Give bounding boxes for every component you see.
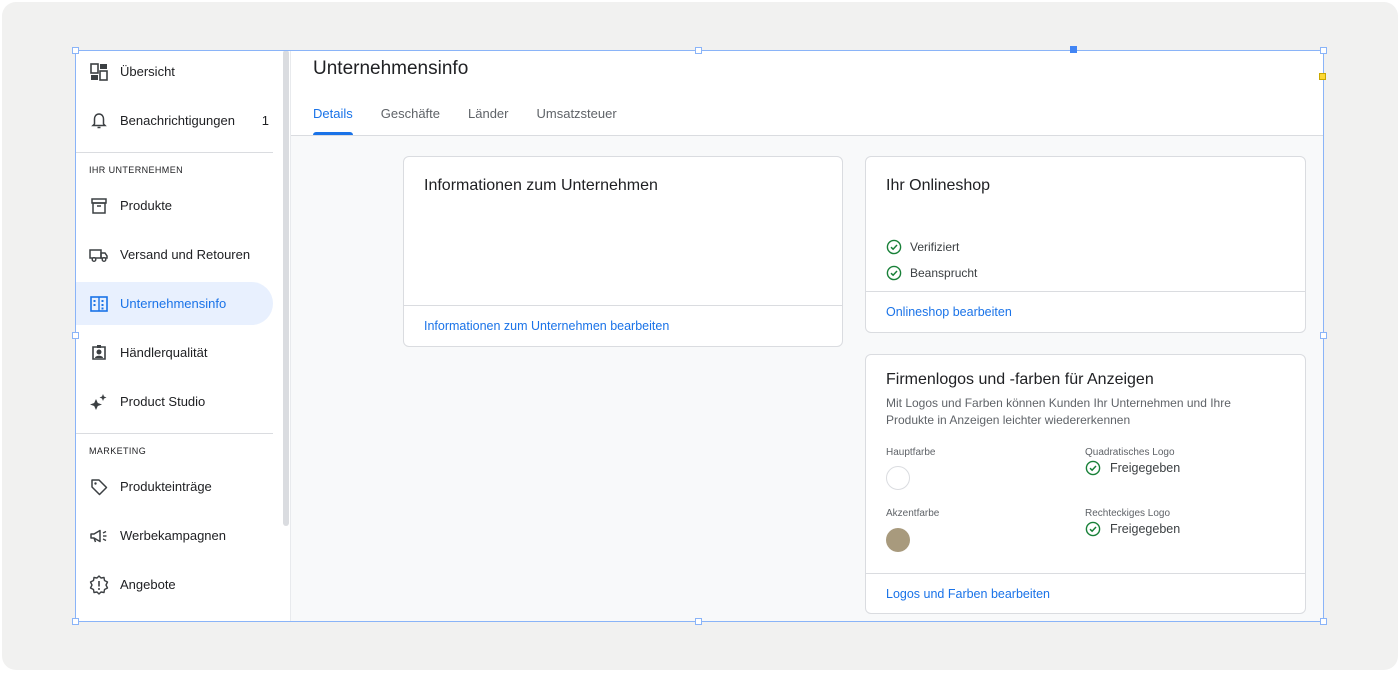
sidebar-item-campaigns[interactable]: Werbekampagnen	[75, 514, 273, 557]
resize-handle[interactable]	[72, 47, 79, 54]
sidebar-item-merchant-quality[interactable]: Händlerqualität	[75, 331, 273, 374]
sidebar-item-label: Versand und Retouren	[120, 247, 251, 262]
tab-details[interactable]: Details	[313, 106, 353, 135]
sidebar-item-overview[interactable]: Übersicht	[75, 50, 273, 93]
online-shop-card: Ihr Onlineshop Verifiziert Beansprucht O…	[865, 156, 1306, 333]
main-color-label: Hauptfarbe	[886, 447, 936, 458]
truck-icon	[89, 245, 109, 265]
section-label-business: IHR UNTERNEHMEN	[89, 165, 184, 175]
sidebar-item-label: Unternehmensinfo	[120, 296, 227, 311]
logos-colors-title: Firmenlogos und -farben für Anzeigen	[886, 371, 1154, 388]
resize-handle[interactable]	[1320, 47, 1327, 54]
main-color-swatch[interactable]	[886, 466, 910, 490]
resize-handle[interactable]	[72, 332, 79, 339]
tab-stores[interactable]: Geschäfte	[381, 106, 440, 135]
notification-count: 1	[261, 113, 269, 128]
check-circle-icon	[886, 265, 902, 281]
logos-colors-card: Firmenlogos und -farben für Anzeigen Mit…	[865, 354, 1306, 614]
resize-handle[interactable]	[1319, 73, 1326, 80]
company-info-title: Informationen zum Unternehmen	[424, 177, 658, 194]
square-logo-status-label: Freigegeben	[1110, 461, 1181, 475]
building-icon	[89, 294, 109, 314]
offer-icon	[89, 574, 109, 595]
card-divider	[404, 305, 842, 306]
square-logo-label: Quadratisches Logo	[1085, 447, 1175, 458]
rect-logo-status: Freigegeben	[1085, 521, 1180, 537]
sidebar-divider	[75, 433, 273, 434]
sidebar-item-notifications[interactable]: Benachrichtigungen 1	[75, 99, 273, 142]
edit-online-shop-link[interactable]: Onlineshop bearbeiten	[886, 305, 1012, 319]
sidebar: Übersicht Benachrichtigungen 1 IHR UNTER…	[75, 50, 285, 622]
card-divider	[866, 291, 1305, 292]
tab-bar: Details Geschäfte Länder Umsatzsteuer	[313, 106, 645, 135]
accent-color-label: Akzentfarbe	[886, 508, 940, 519]
edit-logos-colors-link[interactable]: Logos und Farben bearbeiten	[886, 587, 1050, 601]
rect-logo-status-label: Freigegeben	[1110, 522, 1181, 536]
claimed-label: Beansprucht	[910, 266, 978, 280]
resize-handle[interactable]	[1320, 332, 1327, 339]
sidebar-scrollbar[interactable]	[283, 50, 289, 526]
sidebar-item-label: Produkte	[120, 198, 173, 213]
online-shop-title: Ihr Onlineshop	[886, 177, 991, 194]
check-circle-icon	[1085, 521, 1101, 537]
sidebar-item-label: Produkteinträge	[120, 479, 212, 494]
sidebar-item-offers[interactable]: Angebote	[75, 563, 273, 606]
merchant-center-app: Übersicht Benachrichtigungen 1 IHR UNTER…	[75, 50, 1324, 622]
sidebar-item-product-listings[interactable]: Produkteinträge	[75, 465, 273, 508]
megaphone-icon	[89, 526, 109, 546]
tab-countries[interactable]: Länder	[468, 106, 508, 135]
resize-handle[interactable]	[1320, 618, 1327, 625]
square-logo-status: Freigegeben	[1085, 460, 1180, 476]
badge-icon	[89, 343, 109, 363]
sidebar-divider	[75, 152, 273, 153]
resize-handle[interactable]	[695, 47, 702, 54]
tab-sales-tax[interactable]: Umsatzsteuer	[537, 106, 617, 135]
rect-logo-label: Rechteckiges Logo	[1085, 508, 1171, 519]
logos-colors-description: Mit Logos und Farben können Kunden Ihr U…	[886, 396, 1231, 427]
company-info-card: Informationen zum Unternehmen Informatio…	[403, 156, 843, 347]
sidebar-item-label: Angebote	[120, 577, 176, 592]
section-label-marketing: MARKETING	[89, 446, 147, 456]
sidebar-item-label: Werbekampagnen	[120, 528, 226, 543]
archive-icon	[89, 196, 109, 216]
sidebar-item-label: Product Studio	[120, 394, 206, 409]
dashboard-icon	[89, 62, 109, 82]
bell-icon	[89, 111, 109, 131]
card-divider	[866, 573, 1305, 574]
sidebar-item-label: Übersicht	[120, 64, 175, 79]
sidebar-item-label: Benachrichtigungen	[120, 113, 235, 128]
sidebar-item-business-info[interactable]: Unternehmensinfo	[75, 282, 273, 325]
accent-color-swatch[interactable]	[886, 528, 910, 552]
verified-status: Verifiziert	[886, 239, 959, 255]
check-circle-icon	[1085, 460, 1101, 476]
sidebar-item-product-studio[interactable]: Product Studio	[75, 380, 273, 423]
page-title: Unternehmensinfo	[313, 58, 469, 79]
sparkle-icon	[89, 392, 109, 412]
sidebar-item-products[interactable]: Produkte	[75, 184, 273, 227]
sidebar-item-shipping[interactable]: Versand und Retouren	[75, 233, 273, 276]
resize-handle[interactable]	[695, 618, 702, 625]
edit-company-info-link[interactable]: Informationen zum Unternehmen bearbeiten	[424, 319, 669, 333]
resize-handle[interactable]	[72, 618, 79, 625]
check-circle-icon	[886, 239, 902, 255]
verified-label: Verifiziert	[910, 240, 960, 254]
tag-icon	[89, 477, 109, 497]
sidebar-item-label: Händlerqualität	[120, 345, 208, 360]
resize-handle[interactable]	[1070, 46, 1077, 53]
claimed-status: Beansprucht	[886, 265, 977, 281]
